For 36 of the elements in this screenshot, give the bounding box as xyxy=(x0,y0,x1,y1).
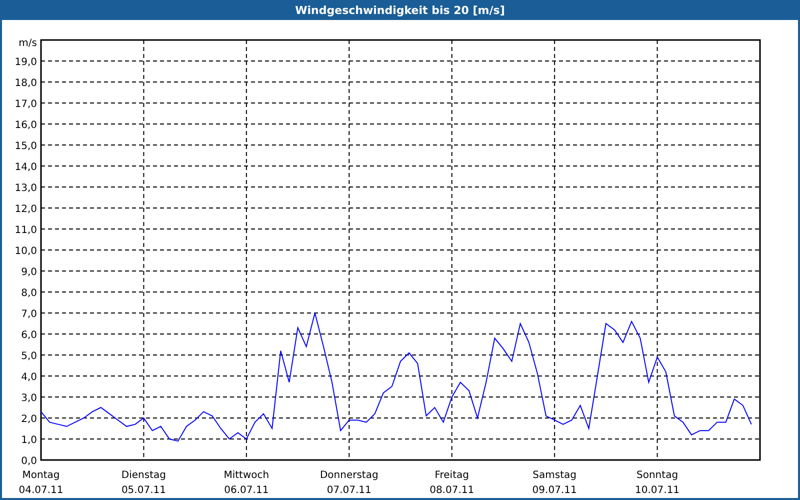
x-tick-label: Sonntag xyxy=(636,470,678,481)
y-tick-label: 18,0 xyxy=(14,78,37,89)
y-tick-label: 14,0 xyxy=(14,162,37,173)
y-tick-label: 10,0 xyxy=(14,246,37,257)
y-tick-label: 3,0 xyxy=(21,393,37,404)
y-tick-label: 17,0 xyxy=(14,99,37,110)
x-tick-label: Dienstag xyxy=(121,470,166,481)
x-tick-label: Freitag xyxy=(434,470,469,481)
y-tick-label: 0,0 xyxy=(21,456,37,467)
date-label: 10.07.11 xyxy=(635,485,680,496)
x-tick-label: Donnerstag xyxy=(320,470,378,481)
x-tick-label: Samstag xyxy=(532,470,576,481)
y-tick-label: 7,0 xyxy=(21,309,37,320)
date-label: 07.07.11 xyxy=(326,485,372,496)
window-title: Windgeschwindigkeit bis 20 [m/s] xyxy=(295,4,505,16)
y-tick-label: 19,0 xyxy=(14,57,37,68)
y-tick-label: 5,0 xyxy=(21,351,37,362)
y-tick-label: 16,0 xyxy=(14,120,37,131)
y-tick-label: 6,0 xyxy=(21,330,37,341)
y-tick-label: 9,0 xyxy=(21,267,37,278)
date-label: 04.07.11 xyxy=(18,485,64,496)
y-tick-label: 12,0 xyxy=(14,204,37,215)
date-label: 06.07.11 xyxy=(224,485,269,496)
y-tick-label: 1,0 xyxy=(21,435,37,446)
y-axis-unit: m/s xyxy=(18,38,37,49)
date-label: 05.07.11 xyxy=(121,485,166,496)
date-label: 09.07.11 xyxy=(532,485,577,496)
y-tick-label: 15,0 xyxy=(14,141,37,152)
y-tick-label: 11,0 xyxy=(14,225,37,236)
date-label: 08.07.11 xyxy=(430,485,474,496)
y-tick-label: 4,0 xyxy=(21,372,37,383)
x-tick-label: Mittwoch xyxy=(224,470,270,481)
y-tick-label: 8,0 xyxy=(21,288,37,299)
x-tick-label: Montag xyxy=(22,470,60,481)
y-tick-label: 13,0 xyxy=(14,183,37,194)
y-tick-label: 2,0 xyxy=(21,414,37,425)
